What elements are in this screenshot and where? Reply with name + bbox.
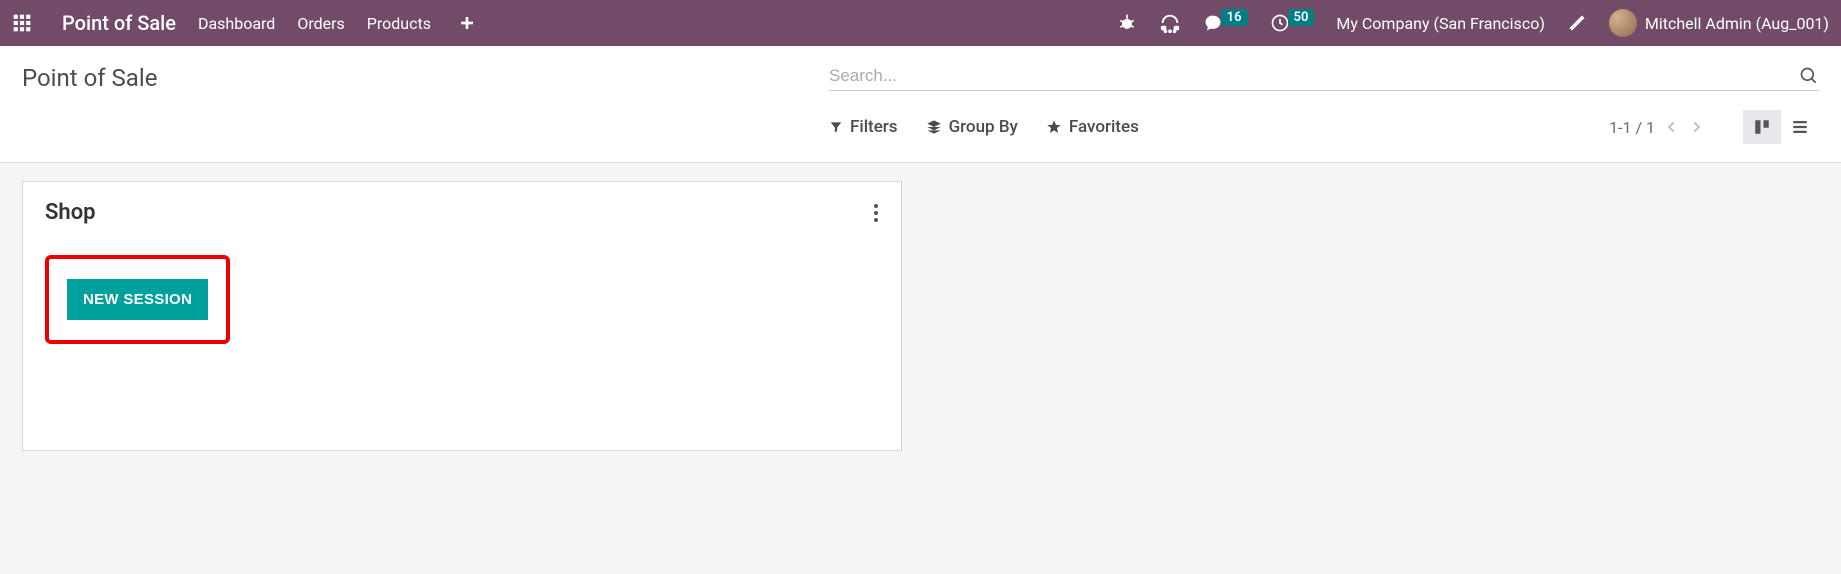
filters-label: Filters xyxy=(850,117,898,137)
layers-icon xyxy=(926,119,942,135)
user-menu[interactable]: Mitchell Admin (Aug_001) xyxy=(1609,9,1829,37)
search-wrap xyxy=(829,66,1819,91)
favorites-button[interactable]: Favorites xyxy=(1046,117,1139,137)
menu-orders[interactable]: Orders xyxy=(297,14,344,33)
apps-icon[interactable] xyxy=(12,13,32,33)
page-title: Point of Sale xyxy=(22,64,157,92)
control-panel-top: Point of Sale xyxy=(0,46,1841,100)
groupby-button[interactable]: Group By xyxy=(926,117,1018,137)
content-area: Shop NEW SESSION xyxy=(0,163,1841,469)
pager: 1-1 / 1 xyxy=(1609,118,1703,137)
list-icon xyxy=(1791,118,1809,136)
menu-dashboard[interactable]: Dashboard xyxy=(198,14,275,33)
kanban-view-button[interactable] xyxy=(1743,110,1781,144)
bug-icon[interactable] xyxy=(1117,13,1137,33)
settings-icon[interactable] xyxy=(1567,13,1587,33)
kanban-icon xyxy=(1753,118,1771,136)
support-icon[interactable] xyxy=(1159,12,1181,34)
control-panel-bottom: Filters Group By Favorites 1-1 / 1 xyxy=(0,100,1841,163)
funnel-icon xyxy=(829,120,843,134)
activities-badge: 50 xyxy=(1288,9,1315,26)
list-view-button[interactable] xyxy=(1781,110,1819,144)
pager-value[interactable]: 1-1 / 1 xyxy=(1609,118,1655,137)
card-title: Shop xyxy=(45,200,96,225)
pager-next[interactable] xyxy=(1689,120,1703,134)
user-name: Mitchell Admin (Aug_001) xyxy=(1645,14,1829,33)
favorites-label: Favorites xyxy=(1069,117,1139,137)
add-menu-icon[interactable] xyxy=(459,15,475,31)
filters-button[interactable]: Filters xyxy=(829,117,898,137)
messages-badge: 16 xyxy=(1221,9,1248,26)
star-icon xyxy=(1046,119,1062,135)
groupby-label: Group By xyxy=(949,117,1018,137)
pager-prev[interactable] xyxy=(1665,120,1679,134)
new-session-button[interactable]: NEW SESSION xyxy=(67,279,208,320)
avatar xyxy=(1609,9,1637,37)
pos-card: Shop NEW SESSION xyxy=(22,181,902,451)
menu-products[interactable]: Products xyxy=(367,14,431,33)
top-navbar: Point of Sale Dashboard Orders Products … xyxy=(0,0,1841,46)
search-input[interactable] xyxy=(829,66,1799,86)
messages-icon[interactable]: 16 xyxy=(1203,13,1248,33)
card-menu-icon[interactable] xyxy=(873,203,879,223)
search-icon[interactable] xyxy=(1799,66,1819,86)
app-name[interactable]: Point of Sale xyxy=(62,11,176,35)
highlight-box: NEW SESSION xyxy=(45,255,230,344)
company-switcher[interactable]: My Company (San Francisco) xyxy=(1336,14,1545,33)
activities-icon[interactable]: 50 xyxy=(1270,13,1315,33)
